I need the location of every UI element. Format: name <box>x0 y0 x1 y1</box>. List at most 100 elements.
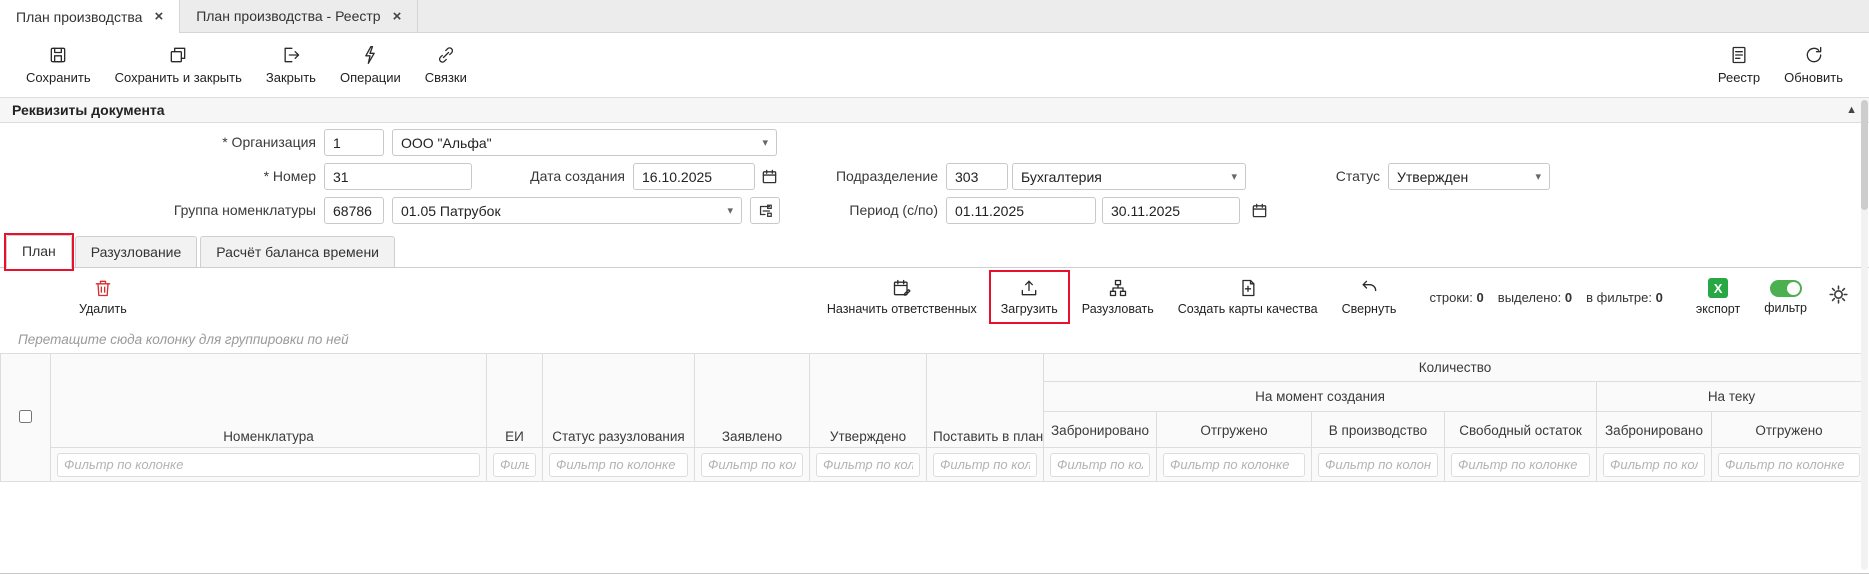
save-button[interactable]: Сохранить <box>14 40 103 90</box>
window-tab-bar: План производства × План производства - … <box>0 0 1869 33</box>
assign-responsible-button[interactable]: Назначить ответственных <box>818 273 986 321</box>
column-header-in-production[interactable]: В производство <box>1312 412 1445 448</box>
filter-cell <box>695 448 810 482</box>
chevron-down-icon: ▾ <box>762 136 768 149</box>
calendar-icon[interactable] <box>1248 197 1270 224</box>
department-select[interactable]: Бухгалтерия ▾ <box>1012 163 1246 190</box>
document-section-header: Реквизиты документа ▲ <box>0 97 1869 123</box>
column-header-requested[interactable]: Заявлено <box>695 354 810 448</box>
excel-export-icon: X <box>1708 278 1728 298</box>
filter-cell <box>487 448 543 482</box>
main-toolbar: Сохранить Сохранить и закрыть Закрыть Оп… <box>0 33 1869 97</box>
filter-input-to-plan[interactable] <box>933 453 1037 477</box>
period-to-field[interactable] <box>1102 197 1240 224</box>
period-from-field[interactable] <box>946 197 1096 224</box>
explode-label: Разузловать <box>1082 302 1154 316</box>
column-header-shipped-creation[interactable]: Отгружено <box>1157 412 1312 448</box>
collapse-section-icon[interactable]: ▲ <box>1846 104 1857 116</box>
tree-select-button[interactable] <box>750 197 780 224</box>
assign-responsible-label: Назначить ответственных <box>827 302 977 316</box>
document-form: * Организация ООО "Альфа" ▾ * Номер Дата… <box>0 123 1869 233</box>
select-all-cell <box>1 354 51 482</box>
column-header-to-plan[interactable]: Поставить в план <box>927 354 1044 448</box>
column-header-approved[interactable]: Утверждено <box>810 354 927 448</box>
operations-button[interactable]: Операции <box>328 40 413 90</box>
grid-toolbar-right: Назначить ответственных Загрузить Разузл… <box>818 273 1855 321</box>
calendar-icon[interactable] <box>758 163 780 190</box>
filter-input-shipped-creation[interactable] <box>1163 453 1305 477</box>
column-header-unit[interactable]: ЕИ <box>487 354 543 448</box>
group-by-hint[interactable]: Перетащите сюда колонку для группировки … <box>0 326 1869 353</box>
window-tab-label: План производства - Реестр <box>196 8 380 24</box>
filter-input-reserved-creation[interactable] <box>1050 453 1150 477</box>
tab-plan[interactable]: План <box>6 235 72 268</box>
department-value: Бухгалтерия <box>1021 169 1102 185</box>
collapse-button[interactable]: Свернуть <box>1333 273 1406 321</box>
filter-input-nomenclature[interactable] <box>57 453 480 477</box>
save-and-close-button[interactable]: Сохранить и закрыть <box>103 40 254 90</box>
filter-label: фильтр <box>1764 301 1807 315</box>
column-header-free-balance[interactable]: Свободный остаток <box>1445 412 1597 448</box>
tab-time-balance[interactable]: Расчёт баланса времени <box>200 236 395 267</box>
filter-input-in-production[interactable] <box>1318 453 1438 477</box>
explode-button[interactable]: Разузловать <box>1073 273 1163 321</box>
save-and-close-label: Сохранить и закрыть <box>115 70 242 85</box>
column-header-nomenclature[interactable]: Номенклатура <box>51 354 487 448</box>
chevron-down-icon: ▾ <box>1535 170 1541 183</box>
filter-input-approved[interactable] <box>816 453 920 477</box>
export-button[interactable]: X экспорт <box>1687 273 1749 321</box>
toggle-on-icon[interactable] <box>1770 280 1802 297</box>
filter-input-free-balance[interactable] <box>1451 453 1590 477</box>
filter-cell <box>1312 448 1445 482</box>
window-tab-plan[interactable]: План производства × <box>0 0 180 33</box>
app-window: План производства × План производства - … <box>0 0 1869 574</box>
vertical-scrollbar[interactable] <box>1861 100 1868 570</box>
export-label: экспорт <box>1696 302 1740 316</box>
status-select[interactable]: Утвержден ▾ <box>1388 163 1550 190</box>
close-button[interactable]: Закрыть <box>254 40 328 90</box>
tab-explode[interactable]: Разузлование <box>75 236 198 267</box>
scrollbar-thumb[interactable] <box>1861 100 1868 210</box>
creation-date-field[interactable] <box>633 163 755 190</box>
window-tab-registry[interactable]: План производства - Реестр × <box>180 0 418 32</box>
nomenclature-group-code-field[interactable] <box>324 197 384 224</box>
number-field[interactable] <box>324 163 472 190</box>
status-label: Статус <box>1270 163 1380 190</box>
rows-counter: строки: 0 <box>1429 290 1483 305</box>
registry-button[interactable]: Реестр <box>1706 40 1772 90</box>
registry-label: Реестр <box>1718 70 1760 85</box>
organization-select[interactable]: ООО "Альфа" ▾ <box>392 129 777 156</box>
links-button[interactable]: Связки <box>413 40 479 90</box>
department-code-field[interactable] <box>946 163 1008 190</box>
filter-cell <box>927 448 1044 482</box>
organization-value: ООО "Альфа" <box>401 135 492 151</box>
nomenclature-group-select[interactable]: 01.05 Патрубок ▾ <box>392 197 742 224</box>
create-quality-cards-button[interactable]: Создать карты качества <box>1169 273 1327 321</box>
section-title: Реквизиты документа <box>12 102 165 118</box>
column-header-reserved-current[interactable]: Забронировано <box>1597 412 1712 448</box>
grid-settings-button[interactable] <box>1822 278 1855 316</box>
select-all-checkbox[interactable] <box>19 410 32 423</box>
filter-input-shipped-current[interactable] <box>1718 453 1860 477</box>
organization-code-field[interactable] <box>324 129 384 156</box>
load-button[interactable]: Загрузить <box>992 273 1067 321</box>
filter-input-reserved-current[interactable] <box>1603 453 1705 477</box>
refresh-button[interactable]: Обновить <box>1772 40 1855 90</box>
column-header-explode-status[interactable]: Статус разузлования <box>543 354 695 448</box>
filter-input-unit[interactable] <box>493 453 536 477</box>
filter-input-requested[interactable] <box>701 453 803 477</box>
create-quality-cards-label: Создать карты качества <box>1178 302 1318 316</box>
close-tab-icon[interactable]: × <box>154 8 163 25</box>
filter-cell <box>1157 448 1312 482</box>
column-header-shipped-current[interactable]: Отгружено <box>1712 412 1867 448</box>
filter-toggle-button[interactable]: фильтр <box>1755 275 1816 320</box>
nomenclature-group-value: 01.05 Патрубок <box>401 203 501 219</box>
delete-button[interactable]: Удалить <box>70 273 136 321</box>
filter-cell <box>1044 448 1157 482</box>
save-icon <box>48 45 68 65</box>
grid-toolbar: Удалить Назначить ответственных Загрузит… <box>0 268 1869 326</box>
filter-input-explode-status[interactable] <box>549 453 688 477</box>
column-header-reserved-creation[interactable]: Забронировано <box>1044 412 1157 448</box>
close-tab-icon[interactable]: × <box>393 8 402 25</box>
save-and-close-icon <box>168 45 188 65</box>
